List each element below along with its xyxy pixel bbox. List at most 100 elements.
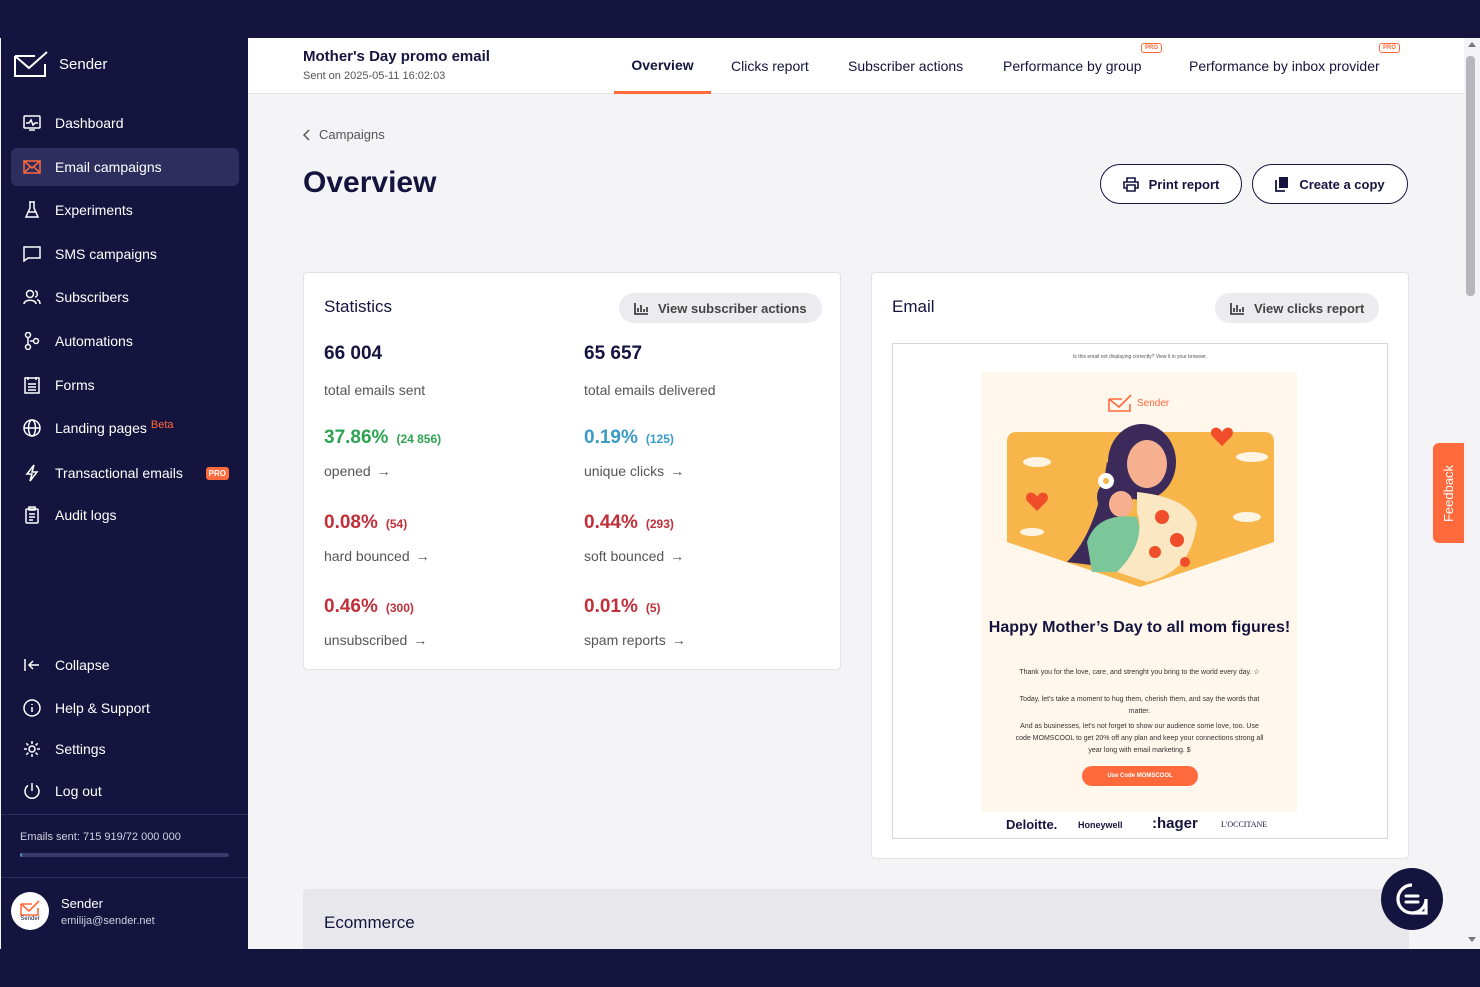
sidebar-help-support[interactable]: Help & Support xyxy=(11,689,239,727)
sidebar-item-audit-logs[interactable]: Audit logs xyxy=(11,496,239,534)
sender-logo[interactable]: Sender xyxy=(13,50,107,78)
brand-logo: Honeywell xyxy=(1078,820,1123,830)
stat-label: total emails delivered xyxy=(584,382,716,398)
sidebar-item-label: Landing pages xyxy=(55,420,147,436)
sidebar-item-transactional-emails[interactable]: Transactional emails PRO xyxy=(11,454,239,492)
stat-label: hard bounced xyxy=(324,548,410,564)
bar-chart-icon xyxy=(1230,302,1244,315)
statistics-title: Statistics xyxy=(324,297,393,316)
stat-label: unique clicks xyxy=(584,463,665,479)
stat-total-delivered: 65 657 total emails delivered xyxy=(584,343,716,398)
stat-label: total emails sent xyxy=(324,382,426,398)
stat-opened[interactable]: 37.86% (24 856) opened → xyxy=(324,427,441,479)
stat-percent: 0.08% xyxy=(324,512,378,533)
user-profile[interactable]: Sender Sender emilija@sender.net xyxy=(11,892,155,930)
feedback-tab[interactable]: Feedback xyxy=(1433,443,1464,543)
tab-overview[interactable]: Overview xyxy=(614,38,711,94)
tab-label: Subscriber actions xyxy=(848,58,964,74)
avatar-label: Sender xyxy=(20,916,40,922)
view-subscriber-actions-button[interactable]: View subscriber actions xyxy=(619,293,822,323)
scroll-down-icon[interactable] xyxy=(1467,936,1477,944)
envelope-icon xyxy=(21,160,43,174)
button-label: Create a copy xyxy=(1299,176,1385,192)
view-clicks-report-button[interactable]: View clicks report xyxy=(1215,293,1380,323)
bolt-icon xyxy=(21,464,43,482)
stat-hard-bounced[interactable]: 0.08% (54) hard bounced → xyxy=(324,512,430,564)
stat-percent: 37.86% xyxy=(324,427,389,448)
tab-label: Overview xyxy=(631,56,694,73)
envelope-logo-icon xyxy=(1108,394,1132,412)
pro-badge: PRO xyxy=(205,466,229,480)
sidebar-collapse[interactable]: Collapse xyxy=(11,646,239,684)
brand-logo: L'OCCITANE xyxy=(1221,820,1268,829)
breadcrumb[interactable]: Campaigns xyxy=(303,127,385,142)
globe-icon xyxy=(21,419,43,437)
stat-soft-bounced[interactable]: 0.44% (293) soft bounced → xyxy=(584,512,684,564)
scroll-up-icon[interactable] xyxy=(1467,40,1477,48)
sidebar-item-label: Dashboard xyxy=(55,115,124,131)
feedback-label: Feedback xyxy=(1441,464,1456,522)
sidebar-item-dashboard[interactable]: Dashboard xyxy=(11,104,239,142)
create-copy-button[interactable]: Create a copy xyxy=(1252,164,1408,204)
user-email: emilija@sender.net xyxy=(61,914,155,927)
tab-subscriber-actions[interactable]: Subscriber actions xyxy=(848,38,963,94)
top-bar: Mother's Day promo email Sent on 2025-05… xyxy=(248,38,1464,94)
arrow-right-icon: → xyxy=(376,463,391,479)
email-quota-fill xyxy=(20,853,23,857)
sidebar-item-forms[interactable]: Forms xyxy=(11,366,239,404)
sidebar-item-label: SMS campaigns xyxy=(55,246,157,262)
chat-widget-button[interactable] xyxy=(1381,868,1443,930)
users-icon xyxy=(21,289,43,305)
sidebar-item-landing-pages[interactable]: Landing pages Beta xyxy=(11,409,239,447)
email-preview[interactable]: Is this email not displaying correctly? … xyxy=(892,343,1388,839)
print-report-button[interactable]: Print report xyxy=(1100,164,1242,204)
pro-badge: PRO xyxy=(1141,43,1163,53)
stat-unique-clicks[interactable]: 0.19% (125) unique clicks → xyxy=(584,427,684,479)
stat-count: (300) xyxy=(385,601,414,615)
email-paragraph: Today, let's take a moment to hug them, … xyxy=(1019,696,1260,715)
sidebar-item-label: Email campaigns xyxy=(55,159,162,175)
sidebar-item-label: Help & Support xyxy=(55,700,150,716)
stat-count: (5) xyxy=(645,601,661,615)
tab-label: Performance by group xyxy=(1003,58,1142,74)
sidebar-item-label: Audit logs xyxy=(55,507,117,523)
sidebar-item-label: Log out xyxy=(55,783,102,799)
divider xyxy=(1,814,248,815)
chevron-left-icon xyxy=(303,128,310,141)
sidebar-item-subscribers[interactable]: Subscribers xyxy=(11,278,239,316)
arrow-right-icon: → xyxy=(670,463,685,479)
stat-count: (125) xyxy=(645,432,674,446)
sidebar-item-label: Automations xyxy=(55,333,133,349)
email-body: Sender Happy Mother’s Day to all mom fig… xyxy=(982,372,1297,812)
email-quota-bar xyxy=(20,853,229,857)
stat-count: (293) xyxy=(645,517,674,531)
flask-icon xyxy=(21,201,43,219)
sidebar-item-automations[interactable]: Automations xyxy=(11,322,239,360)
stat-value: 66 004 xyxy=(324,343,383,364)
tab-performance-by-inbox-provider[interactable]: Performance by inbox provider xyxy=(1189,38,1380,94)
avatar: Sender xyxy=(11,892,49,930)
tab-clicks-report[interactable]: Clicks report xyxy=(731,38,809,94)
use-code-button[interactable]: Use Code MOMSCOOL xyxy=(1082,766,1198,786)
form-icon xyxy=(21,376,43,394)
sidebar-logout[interactable]: Log out xyxy=(11,772,239,810)
envelope-logo-icon xyxy=(14,51,48,77)
tab-performance-by-group[interactable]: Performance by group xyxy=(1003,38,1142,94)
flow-icon xyxy=(21,332,43,350)
printer-icon xyxy=(1122,176,1139,192)
stat-label: opened xyxy=(324,463,371,479)
brand-logos: Deloitte. Honeywell :hager L'OCCITANE xyxy=(893,815,1387,837)
sidebar-item-email-campaigns[interactable]: Email campaigns xyxy=(11,148,239,186)
sidebar-item-experiments[interactable]: Experiments xyxy=(11,191,239,229)
stat-spam-reports[interactable]: 0.01% (5) spam reports → xyxy=(584,596,686,648)
sidebar-settings[interactable]: Settings xyxy=(11,730,239,768)
stat-unsubscribed[interactable]: 0.46% (300) unsubscribed → xyxy=(324,596,427,648)
scrollbar-thumb[interactable] xyxy=(1466,56,1475,296)
sidebar-item-sms-campaigns[interactable]: SMS campaigns xyxy=(11,235,239,273)
sidebar-item-label: Forms xyxy=(55,377,95,393)
brand-logo: Deloitte. xyxy=(1006,817,1058,832)
sidebar-item-label: Subscribers xyxy=(55,289,129,305)
ecommerce-card: Ecommerce xyxy=(303,889,1409,949)
beta-badge: Beta xyxy=(150,419,174,431)
ecommerce-title: Ecommerce xyxy=(324,913,415,932)
